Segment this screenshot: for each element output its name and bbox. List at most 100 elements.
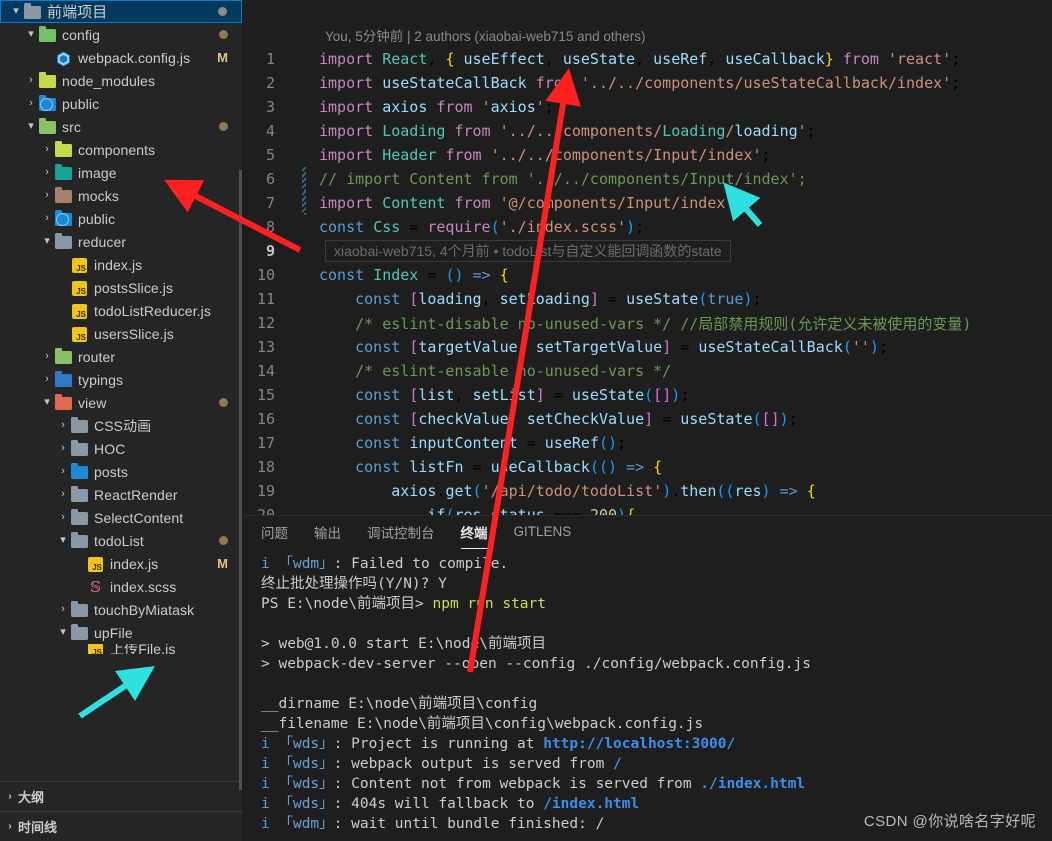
tree-item-posts[interactable]: › posts	[0, 460, 242, 483]
chevron-right-icon[interactable]: ›	[56, 420, 70, 431]
panel-tab-终端[interactable]: 终端	[460, 522, 488, 549]
code-line-15[interactable]: 15 const [list, setList] = useState([]);	[243, 383, 1052, 407]
code-text: /* eslint-disable no-unused-vars */ //局部…	[319, 314, 972, 333]
tree-item-touchByMiatask[interactable]: › touchByMiatask	[0, 598, 242, 621]
chevron-down-icon[interactable]: ▾	[24, 121, 38, 132]
tree-item-SelectContent[interactable]: › SelectContent	[0, 506, 242, 529]
tree-label: components	[78, 141, 156, 158]
code-text: const [targetValue, setTargetValue] = us…	[355, 338, 888, 356]
chevron-right-icon[interactable]: ›	[40, 374, 54, 385]
code-line-1[interactable]: 1 import React, { useEffect, useState, us…	[243, 47, 1052, 71]
tree-item-image[interactable]: › image	[0, 161, 242, 184]
tree-root-前端项目[interactable]: ▾ 前端项目	[0, 0, 242, 23]
code-line-11[interactable]: 11 const [loading, setLoading] = useStat…	[243, 287, 1052, 311]
code-line-5[interactable]: 5 import Header from '../../components/In…	[243, 143, 1052, 167]
line-number: 8	[265, 218, 275, 236]
tree-item-components[interactable]: › components	[0, 138, 242, 161]
code-line-14[interactable]: 14 /* eslint-ensable no-unused-vars */	[243, 359, 1052, 383]
chevron-right-icon[interactable]: ›	[40, 213, 54, 224]
panel-tabs[interactable]: 问题 输出 调试控制台 终端 GITLENS	[243, 516, 1052, 550]
tree-item-src[interactable]: ▾ src	[0, 115, 242, 138]
code-editor[interactable]: You, 5分钟前 | 2 authors (xiaobai-web715 an…	[243, 22, 1052, 515]
tree-item-webpack.config.js[interactable]: ›webpack.config.jsM	[0, 46, 242, 69]
tree-item-postsSlice.js[interactable]: ›JSpostsSlice.js	[0, 276, 242, 299]
tree-item-config[interactable]: ▾ config	[0, 23, 242, 46]
panel-tab-GITLENS[interactable]: GITLENS	[514, 524, 572, 542]
code-line-3[interactable]: 3 import axios from 'axios';	[243, 95, 1052, 119]
panel-tab-调试控制台[interactable]: 调试控制台	[367, 522, 435, 545]
sidebar-scrollbar[interactable]	[239, 170, 242, 790]
status-dot	[219, 398, 228, 407]
chevron-right-icon[interactable]: ›	[40, 190, 54, 201]
tree-item-index.scss[interactable]: ›𝕊index.scss	[0, 575, 242, 598]
code-line-12[interactable]: 12 /* eslint-disable no-unused-vars */ /…	[243, 311, 1052, 335]
panel-tab-输出[interactable]: 输出	[314, 522, 341, 545]
code-line-7[interactable]: 7 import Content from '@/components/Input…	[243, 191, 1052, 215]
tree-item-partial[interactable]: ›JS上传File.js	[0, 644, 242, 654]
tree-item-todoList[interactable]: ▾ todoList	[0, 529, 242, 552]
tree-item-mocks[interactable]: › mocks	[0, 184, 242, 207]
tree-item-view[interactable]: ▾ view	[0, 391, 242, 414]
chevron-right-icon[interactable]: ›	[56, 466, 70, 477]
tree-item-typings[interactable]: › typings	[0, 368, 242, 391]
tree-item-index.js[interactable]: ›JSindex.js	[0, 253, 242, 276]
panel-tab-问题[interactable]: 问题	[261, 522, 288, 545]
chevron-down-icon[interactable]: ▾	[56, 535, 70, 546]
code-line-6[interactable]: 6 // import Content from '../../component…	[243, 167, 1052, 191]
chevron-down-icon[interactable]: ▾	[40, 397, 54, 408]
chevron-down-icon[interactable]: ▾	[40, 236, 54, 247]
tree-item-reducer[interactable]: ▾ reducer	[0, 230, 242, 253]
tree-item-router[interactable]: › router	[0, 345, 242, 368]
tree-item-node_modules[interactable]: › node_modules	[0, 69, 242, 92]
code-line-2[interactable]: 2 import useStateCallBack from '../../com…	[243, 71, 1052, 95]
code-line-13[interactable]: 13 const [targetValue, setTargetValue] =…	[243, 335, 1052, 359]
tree-item-upFile[interactable]: ▾ upFile	[0, 621, 242, 644]
chevron-right-icon[interactable]: ›	[56, 604, 70, 615]
chevron-right-icon[interactable]: ›	[24, 98, 38, 109]
chevron-right-icon[interactable]: ›	[2, 791, 18, 802]
code-line-10[interactable]: 10 const Index = () => {	[243, 263, 1052, 287]
chevron-right-icon[interactable]: ›	[56, 489, 70, 500]
code-text: const Index = () => {	[319, 266, 509, 284]
chevron-right-icon[interactable]: ›	[56, 443, 70, 454]
tree-label: posts	[94, 463, 128, 480]
status-dot	[218, 7, 227, 16]
tree-item-ReactRender[interactable]: › ReactRender	[0, 483, 242, 506]
file-tree[interactable]: ▾ 前端项目 ▾ config › webpack.config.js M › node_mod…	[0, 0, 242, 781]
code-line-16[interactable]: 16 const [checkValue, setCheckValue] = u…	[243, 407, 1052, 431]
code-line-8[interactable]: 8 const Css = require('./index.scss');	[243, 215, 1052, 239]
chevron-down-icon[interactable]: ▾	[9, 6, 23, 17]
tree-item-public[interactable]: › public	[0, 207, 242, 230]
tree-item-CSS动画[interactable]: › CSS动画	[0, 414, 242, 437]
modified-gutter	[302, 191, 306, 215]
line-number: 14	[256, 362, 275, 380]
chevron-right-icon[interactable]: ›	[40, 351, 54, 362]
code-line-17[interactable]: 17 const inputContent = useRef();	[243, 431, 1052, 455]
chevron-right-icon[interactable]: ›	[40, 144, 54, 155]
chevron-down-icon[interactable]: ▾	[56, 627, 70, 638]
js-file-icon: JS	[70, 257, 89, 273]
code-line-9[interactable]: 9 xiaobai-web715, 4个月前 • todoList与自定义能回调函…	[243, 239, 1052, 263]
code-line-19[interactable]: 19 axios.get('/api/todo/todoList').then(…	[243, 479, 1052, 503]
terminal-output[interactable]: i 「wdm」: Failed to compile. 终止批处理操作吗(Y/N)…	[243, 550, 1052, 834]
code-line-4[interactable]: 4 import Loading from '../../components/L…	[243, 119, 1052, 143]
line-number: 6	[265, 170, 275, 188]
chevron-right-icon[interactable]: ›	[40, 167, 54, 178]
tree-item-usersSlice.js[interactable]: ›JSusersSlice.js	[0, 322, 242, 345]
tree-item-index.js[interactable]: ›JSindex.jsM	[0, 552, 242, 575]
tree-item-HOC[interactable]: › HOC	[0, 437, 242, 460]
code-line-18[interactable]: 18 const listFn = useCallback(() => {	[243, 455, 1052, 479]
code-text: const listFn = useCallback(() => {	[355, 458, 663, 476]
code-lines[interactable]: 1 import React, { useEffect, useState, us…	[243, 22, 1052, 515]
chevron-right-icon[interactable]: ›	[24, 75, 38, 86]
panel-label: 时间线	[18, 820, 58, 835]
chevron-right-icon[interactable]: ›	[2, 821, 18, 832]
tree-item-todoListReducer.js[interactable]: ›JStodoListReducer.js	[0, 299, 242, 322]
sidebar-panel-大纲[interactable]: › 大纲	[0, 781, 242, 811]
sidebar-panel-时间线[interactable]: › 时间线	[0, 811, 242, 841]
tree-item-public[interactable]: › public	[0, 92, 242, 115]
code-line-20[interactable]: 20 if(res.status === 200){	[243, 503, 1052, 515]
breadcrumb[interactable]	[243, 0, 1052, 22]
chevron-down-icon[interactable]: ▾	[24, 29, 38, 40]
chevron-right-icon[interactable]: ›	[56, 512, 70, 523]
